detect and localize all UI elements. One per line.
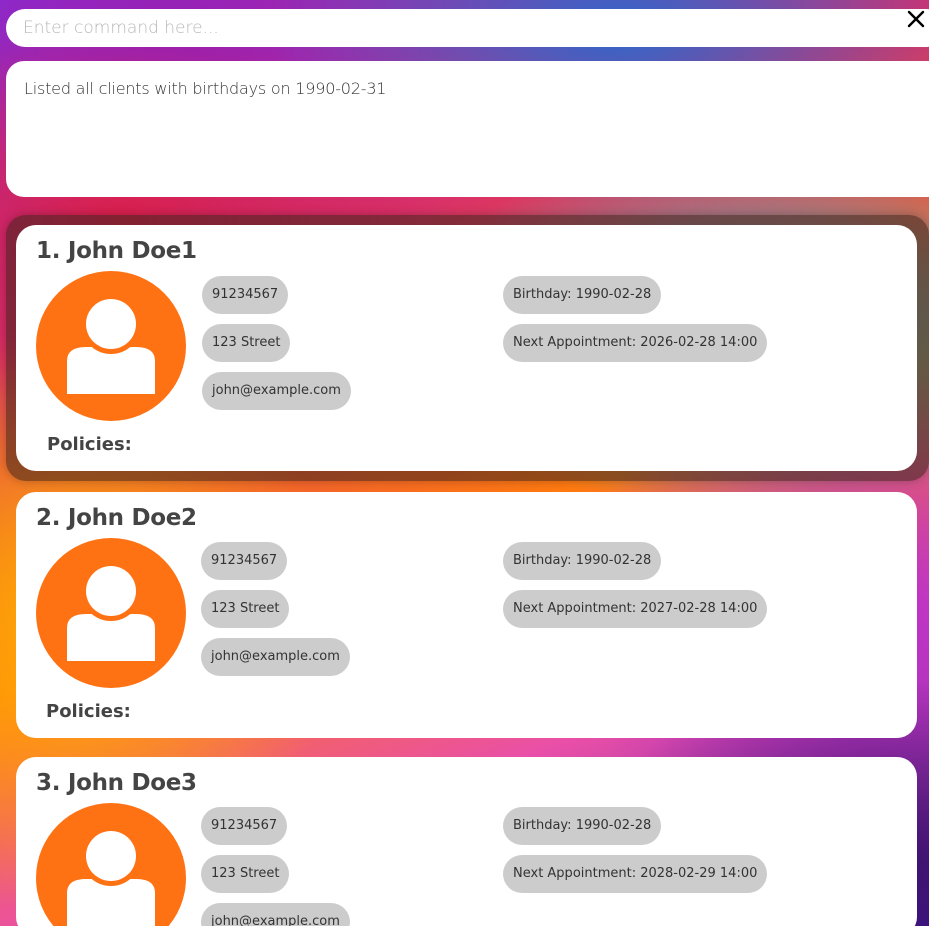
- appointment-tag: Next Appointment: 2027-02-28 14:00: [503, 590, 768, 628]
- email-tag: john@example.com: [201, 903, 350, 926]
- phone-tag: 91234567: [201, 542, 288, 580]
- client-card[interactable]: 1. John Doe1 91234567 123 Street john@ex…: [16, 225, 917, 471]
- client-name: 2. John Doe2: [36, 505, 197, 531]
- birthday-tag: Birthday: 1990-02-28: [503, 807, 662, 845]
- client-card[interactable]: 3. John Doe3 91234567 123 Street john@ex…: [16, 757, 917, 926]
- client-name: 1. John Doe1: [36, 238, 197, 264]
- phone-tag: 91234567: [202, 276, 289, 314]
- result-display: Listed all clients with birthdays on 199…: [6, 61, 929, 197]
- address-tag: 123 Street: [201, 855, 290, 893]
- client-list[interactable]: 1. John Doe1 91234567 123 Street john@ex…: [0, 210, 929, 926]
- client-card[interactable]: 2. John Doe2 91234567 123 Street john@ex…: [16, 492, 917, 738]
- avatar-icon: [36, 538, 186, 688]
- appointment-tag: Next Appointment: 2026-02-28 14:00: [503, 324, 768, 362]
- policies-label: Policies:: [46, 701, 131, 722]
- close-icon[interactable]: [906, 9, 926, 29]
- appointment-tag: Next Appointment: 2028-02-29 14:00: [503, 855, 768, 893]
- command-box[interactable]: [6, 9, 929, 47]
- avatar-icon: [36, 803, 186, 926]
- email-tag: john@example.com: [201, 638, 350, 676]
- command-input[interactable]: [23, 18, 883, 38]
- birthday-tag: Birthday: 1990-02-28: [503, 276, 662, 314]
- address-tag: 123 Street: [202, 324, 291, 362]
- address-tag: 123 Street: [201, 590, 290, 628]
- birthday-tag: Birthday: 1990-02-28: [503, 542, 662, 580]
- policies-label: Policies:: [47, 434, 132, 455]
- email-tag: john@example.com: [202, 372, 351, 410]
- phone-tag: 91234567: [201, 807, 288, 845]
- result-message: Listed all clients with birthdays on 199…: [24, 79, 387, 98]
- client-name: 3. John Doe3: [36, 770, 197, 796]
- avatar-icon: [36, 271, 186, 421]
